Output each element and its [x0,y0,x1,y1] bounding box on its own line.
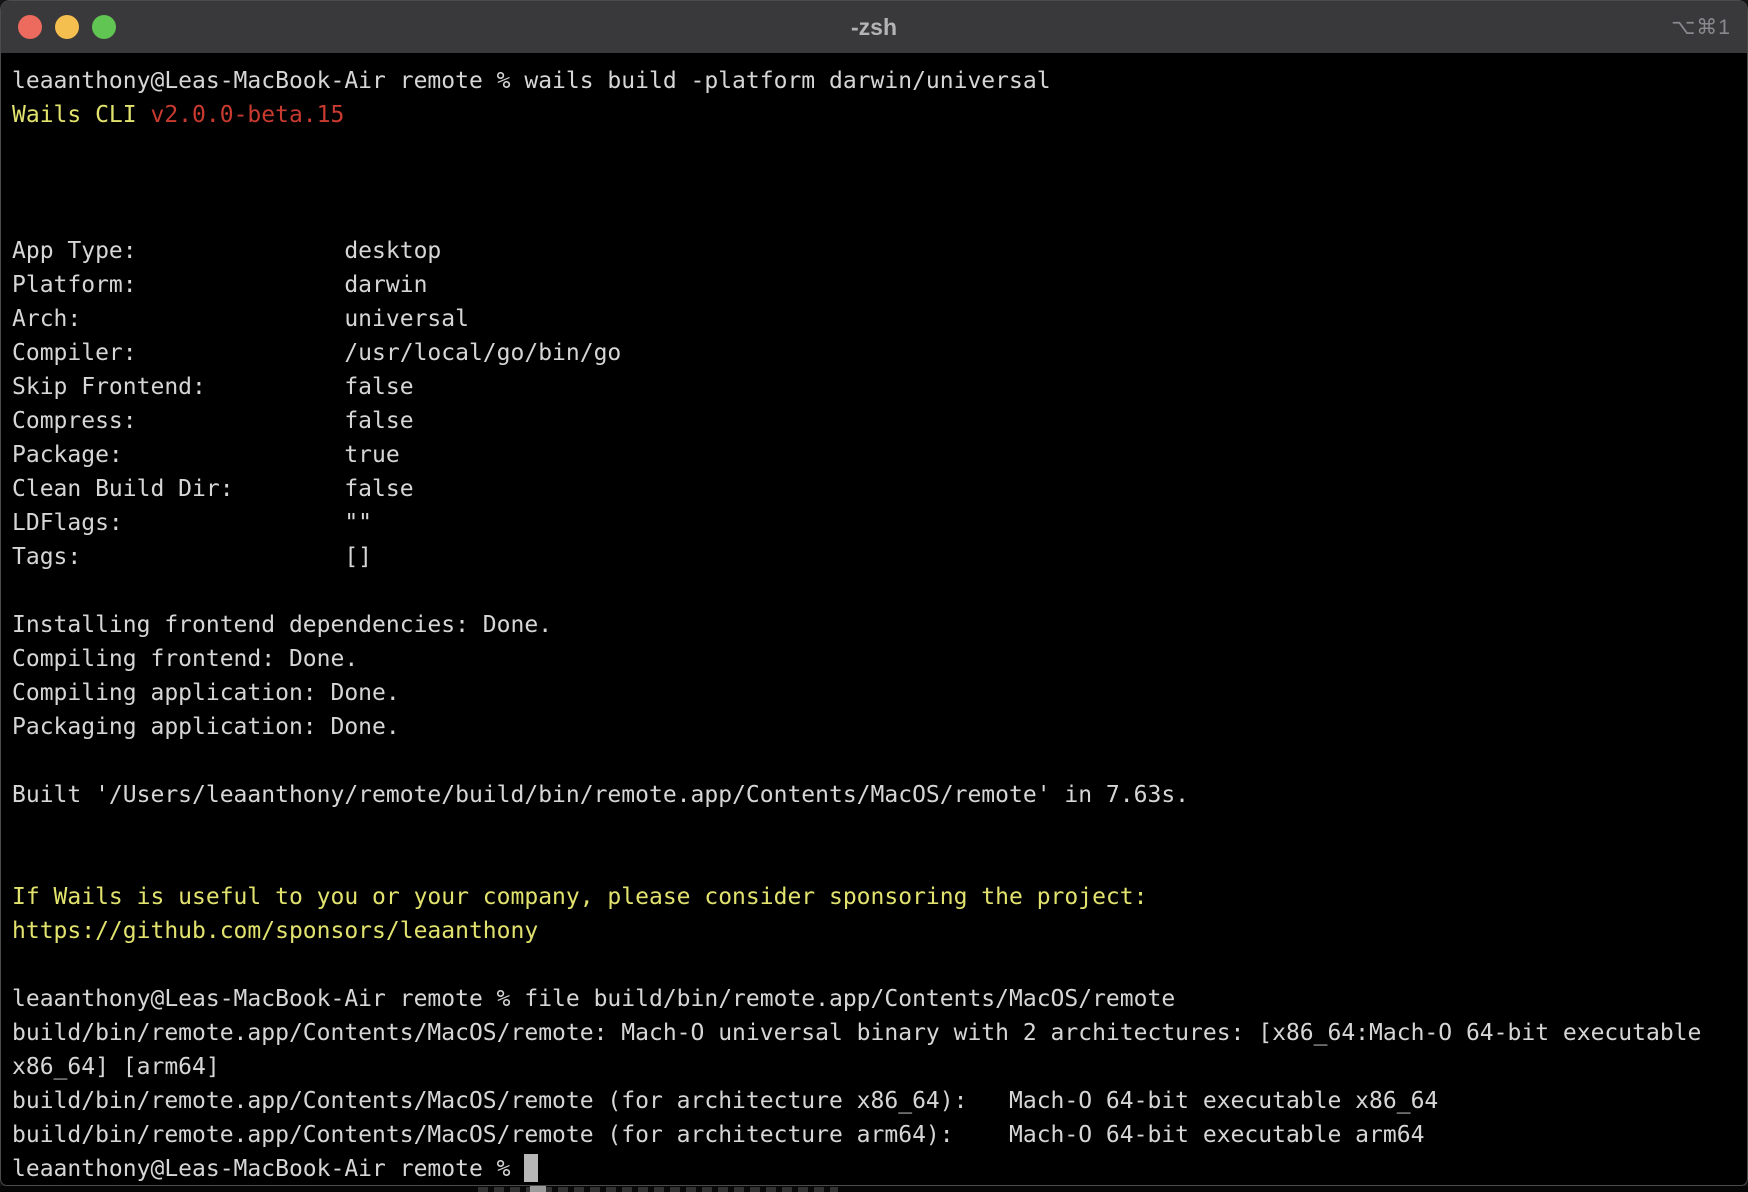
terminal-text: Skip Frontend: false [12,374,414,400]
terminal-text: Arch: universal [12,306,469,332]
terminal-text: Platform: darwin [12,272,427,298]
terminal-text: Compiling application: Done. [12,680,400,706]
terminal-text: App Type: desktop [12,238,441,264]
terminal-line-33: leaanthony@Leas-MacBook-Air remote % [12,1152,1747,1186]
background-window-highlight [530,1186,546,1192]
terminal-line-23 [12,812,1747,846]
traffic-lights [18,15,116,39]
terminal-line-31: build/bin/remote.app/Contents/MacOS/remo… [12,1084,1747,1118]
terminal-line-28: leaanthony@Leas-MacBook-Air remote % fil… [12,982,1747,1016]
close-button[interactable] [18,15,42,39]
terminal-text: Built '/Users/leaanthony/remote/build/bi… [12,782,1189,808]
zoom-button[interactable] [92,15,116,39]
terminal-line-32: build/bin/remote.app/Contents/MacOS/remo… [12,1118,1747,1152]
terminal-text: build/bin/remote.app/Contents/MacOS/remo… [12,1122,1424,1148]
terminal-line-2: Wails CLI v2.0.0-beta.15 [12,98,1747,132]
window-title: -zsh [1,14,1747,41]
terminal-line-7: Platform: darwin [12,268,1747,302]
terminal-line-6: App Type: desktop [12,234,1747,268]
terminal-text: https://github.com/sponsors/leaanthony [12,918,538,944]
terminal-line-24 [12,846,1747,880]
terminal-line-19: Compiling application: Done. [12,676,1747,710]
text-cursor [524,1154,538,1182]
terminal-line-5 [12,200,1747,234]
window-titlebar[interactable]: -zsh ⌥⌘1 [1,1,1747,54]
terminal-line-10: Skip Frontend: false [12,370,1747,404]
terminal-text: LDFlags: "" [12,510,372,536]
terminal-line-14: LDFlags: "" [12,506,1747,540]
terminal-line-17: Installing frontend dependencies: Done. [12,608,1747,642]
terminal-line-12: Package: true [12,438,1747,472]
terminal-line-26: https://github.com/sponsors/leaanthony [12,914,1747,948]
terminal-line-9: Compiler: /usr/local/go/bin/go [12,336,1747,370]
terminal-line-16 [12,574,1747,608]
terminal-window: -zsh ⌥⌘1 leaanthony@Leas-MacBook-Air rem… [0,0,1748,1186]
terminal-text: Compiler: /usr/local/go/bin/go [12,340,621,366]
terminal-content[interactable]: leaanthony@Leas-MacBook-Air remote % wai… [1,54,1747,1186]
terminal-text: Packaging application: Done. [12,714,400,740]
terminal-text: If Wails is useful to you or your compan… [12,884,1147,910]
terminal-text: leaanthony@Leas-MacBook-Air remote % [12,1156,524,1182]
background-window-sliver [0,1186,1748,1192]
tab-shortcut-label: ⌥⌘1 [1671,15,1731,40]
terminal-text: x86_64] [arm64] [12,1054,220,1080]
terminal-line-8: Arch: universal [12,302,1747,336]
terminal-text: v2.0.0-beta.15 [150,102,344,128]
terminal-line-13: Clean Build Dir: false [12,472,1747,506]
terminal-line-21 [12,744,1747,778]
terminal-text: Clean Build Dir: false [12,476,414,502]
terminal-text: build/bin/remote.app/Contents/MacOS/remo… [12,1020,1701,1046]
terminal-line-15: Tags: [] [12,540,1747,574]
minimize-button[interactable] [55,15,79,39]
terminal-line-3 [12,132,1747,166]
terminal-line-1: leaanthony@Leas-MacBook-Air remote % wai… [12,64,1747,98]
terminal-line-11: Compress: false [12,404,1747,438]
terminal-text: build/bin/remote.app/Contents/MacOS/remo… [12,1088,1438,1114]
terminal-line-22: Built '/Users/leaanthony/remote/build/bi… [12,778,1747,812]
terminal-text: leaanthony@Leas-MacBook-Air remote % fil… [12,986,1175,1012]
terminal-text: Compiling frontend: Done. [12,646,358,672]
terminal-text: Compress: false [12,408,414,434]
terminal-text: Installing frontend dependencies: Done. [12,612,552,638]
terminal-text: Tags: [] [12,544,372,570]
terminal-line-20: Packaging application: Done. [12,710,1747,744]
terminal-line-4 [12,166,1747,200]
terminal-text: Package: true [12,442,400,468]
terminal-line-30: x86_64] [arm64] [12,1050,1747,1084]
terminal-text: Wails CLI [12,102,150,128]
terminal-text: leaanthony@Leas-MacBook-Air remote % wai… [12,68,1051,94]
terminal-line-25: If Wails is useful to you or your compan… [12,880,1747,914]
terminal-line-29: build/bin/remote.app/Contents/MacOS/remo… [12,1016,1747,1050]
terminal-line-27 [12,948,1747,982]
terminal-line-18: Compiling frontend: Done. [12,642,1747,676]
